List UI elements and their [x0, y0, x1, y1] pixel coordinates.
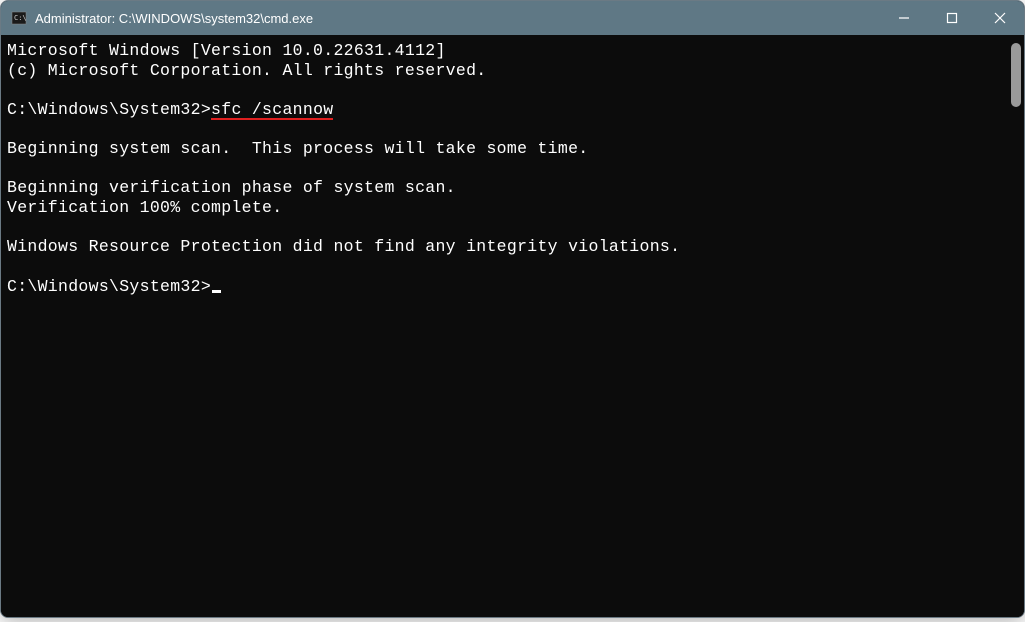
titlebar[interactable]: C:\ Administrator: C:\WINDOWS\system32\c… [1, 1, 1024, 35]
blank-line [7, 120, 1008, 139]
output-line: Verification 100% complete. [7, 198, 1008, 218]
close-icon [994, 12, 1006, 24]
blank-line [7, 218, 1008, 237]
output-line: Beginning system scan. This process will… [7, 139, 1008, 159]
prompt-line: C:\Windows\System32> [7, 277, 1008, 297]
prompt-line: C:\Windows\System32>sfc /scannow [7, 100, 1008, 120]
prompt-path: C:\Windows\System32> [7, 277, 211, 296]
terminal-area[interactable]: Microsoft Windows [Version 10.0.22631.41… [1, 35, 1024, 617]
command-text: sfc /scannow [211, 102, 333, 120]
maximize-button[interactable] [928, 1, 976, 35]
scrollbar-track[interactable] [1008, 35, 1024, 617]
window-controls [880, 1, 1024, 35]
prompt-path: C:\Windows\System32> [7, 100, 211, 119]
cmd-icon: C:\ [11, 10, 27, 26]
svg-text:C:\: C:\ [14, 14, 27, 22]
blank-line [7, 81, 1008, 100]
minimize-icon [898, 12, 910, 24]
output-line: Windows Resource Protection did not find… [7, 237, 1008, 257]
maximize-icon [946, 12, 958, 24]
scrollbar-thumb[interactable] [1011, 43, 1021, 107]
cursor [212, 290, 221, 293]
output-line: Beginning verification phase of system s… [7, 178, 1008, 198]
cmd-window: C:\ Administrator: C:\WINDOWS\system32\c… [0, 0, 1025, 618]
blank-line [7, 257, 1008, 276]
output-line: (c) Microsoft Corporation. All rights re… [7, 61, 1008, 81]
close-button[interactable] [976, 1, 1024, 35]
window-title: Administrator: C:\WINDOWS\system32\cmd.e… [35, 11, 880, 26]
terminal-content[interactable]: Microsoft Windows [Version 10.0.22631.41… [1, 35, 1008, 617]
minimize-button[interactable] [880, 1, 928, 35]
output-line: Microsoft Windows [Version 10.0.22631.41… [7, 41, 1008, 61]
blank-line [7, 159, 1008, 178]
